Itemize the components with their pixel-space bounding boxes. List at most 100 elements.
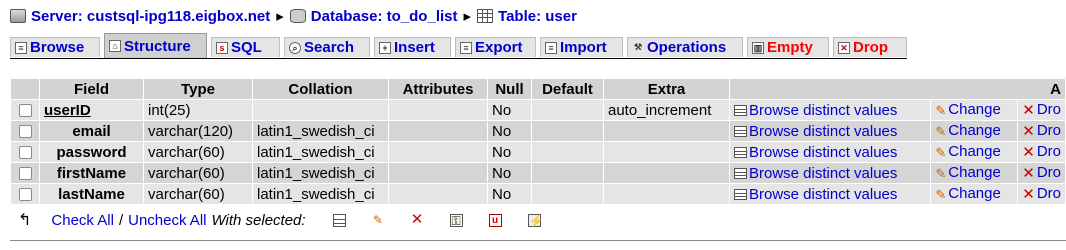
- tab-browse[interactable]: ≡ Browse: [10, 37, 100, 57]
- change-link[interactable]: ✎ Change: [931, 142, 1018, 162]
- server-icon: [10, 9, 26, 23]
- browse-distinct-link[interactable]: Browse distinct values: [730, 121, 931, 141]
- field-type: varchar(60): [144, 184, 252, 204]
- bulk-unique-icon[interactable]: u: [488, 213, 502, 227]
- pencil-icon: ✎: [935, 144, 947, 160]
- browse-distinct-link[interactable]: Browse distinct values: [730, 163, 931, 183]
- field-attributes: [389, 163, 487, 183]
- change-label: Change: [948, 122, 1001, 140]
- drop-link[interactable]: ✕ Dro: [1018, 121, 1065, 141]
- header-attributes: Attributes: [389, 79, 487, 99]
- import-icon: ≡: [545, 41, 557, 54]
- tab-drop[interactable]: ✕ Drop: [833, 37, 907, 57]
- tab-label: Export: [475, 39, 523, 56]
- field-collation: latin1_swedish_ci: [253, 121, 388, 141]
- drop-label: Dro: [1036, 100, 1061, 118]
- change-link[interactable]: ✎ Change: [931, 100, 1018, 120]
- row-checkbox-cell: [11, 121, 39, 141]
- tab-operations[interactable]: ⚒ Operations: [627, 37, 743, 57]
- field-type: int(25): [144, 100, 252, 120]
- browse-distinct-link[interactable]: Browse distinct values: [730, 184, 931, 204]
- table-icon: [477, 9, 494, 23]
- bulk-browse-icon[interactable]: [332, 213, 346, 227]
- header-collation: Collation: [253, 79, 388, 99]
- header-null: Null: [488, 79, 531, 99]
- header-action: A: [730, 79, 1065, 99]
- tab-label: Insert: [394, 39, 435, 56]
- breadcrumb-table-link[interactable]: Table: user: [498, 8, 577, 25]
- browse-icon: [734, 105, 747, 117]
- tab-label: Structure: [124, 37, 191, 55]
- drop-x-icon: ✕: [1022, 186, 1035, 204]
- drop-link[interactable]: ✕ Dro: [1018, 142, 1065, 162]
- field-extra: [604, 163, 729, 183]
- breadcrumb-database-link[interactable]: Database: to_do_list: [311, 8, 458, 25]
- drop-x-icon: ✕: [1022, 165, 1035, 183]
- browse-distinct-link[interactable]: Browse distinct values: [730, 142, 931, 162]
- tab-label: Operations: [647, 39, 727, 56]
- change-link[interactable]: ✎ Change: [931, 184, 1018, 204]
- bulk-primary-key-icon[interactable]: ⚿: [449, 213, 463, 227]
- header-field: Field: [40, 79, 143, 99]
- browse-icon: ≡: [15, 41, 27, 54]
- field-default: [532, 142, 603, 162]
- change-label: Change: [948, 143, 1001, 161]
- browse-icon: [734, 147, 747, 159]
- pencil-icon: ✎: [935, 165, 947, 181]
- row-checkbox[interactable]: [18, 188, 32, 202]
- table-row: password varchar(60) latin1_swedish_ci N…: [11, 142, 1065, 162]
- tab-sql[interactable]: s SQL: [211, 37, 280, 57]
- field-attributes: [389, 184, 487, 204]
- drop-x-icon: ✕: [1022, 144, 1035, 162]
- field-collation: latin1_swedish_ci: [253, 142, 388, 162]
- drop-link[interactable]: ✕ Dro: [1018, 184, 1065, 204]
- check-all-link[interactable]: Check All: [51, 212, 114, 229]
- drop-link[interactable]: ✕ Dro: [1018, 163, 1065, 183]
- table-row: userID int(25) No auto_increment Browse …: [11, 100, 1065, 120]
- drop-link[interactable]: ✕ Dro: [1018, 100, 1065, 120]
- tab-insert[interactable]: + Insert: [374, 37, 451, 57]
- tab-label: Drop: [853, 39, 888, 56]
- browse-distinct-link[interactable]: Browse distinct values: [730, 100, 931, 120]
- tab-structure[interactable]: ⌂ Structure: [104, 33, 207, 58]
- row-checkbox[interactable]: [18, 167, 32, 181]
- tab-import[interactable]: ≡ Import: [540, 37, 623, 57]
- change-link[interactable]: ✎ Change: [931, 121, 1018, 141]
- field-null: No: [488, 163, 531, 183]
- breadcrumb-separator: ▸: [463, 8, 472, 25]
- uncheck-all-link[interactable]: Uncheck All: [128, 212, 206, 229]
- field-extra: [604, 142, 729, 162]
- field-collation: [253, 100, 388, 120]
- field-extra: auto_increment: [604, 100, 729, 120]
- table-header-row: Field Type Collation Attributes Null Def…: [11, 79, 1065, 99]
- drop-label: Dro: [1036, 163, 1061, 181]
- structure-table: Field Type Collation Attributes Null Def…: [10, 78, 1066, 205]
- drop-x-icon: ✕: [1022, 102, 1035, 120]
- tab-export[interactable]: ≡ Export: [455, 37, 536, 57]
- field-type: varchar(60): [144, 142, 252, 162]
- search-icon: ⌕: [289, 41, 301, 54]
- field-null: No: [488, 142, 531, 162]
- browse-distinct-label: Browse distinct values: [749, 185, 898, 203]
- row-checkbox[interactable]: [18, 125, 32, 139]
- row-checkbox[interactable]: [18, 104, 32, 118]
- tab-search[interactable]: ⌕ Search: [284, 37, 370, 57]
- drop-icon: ✕: [838, 41, 850, 54]
- bulk-drop-icon[interactable]: ✕: [411, 212, 424, 227]
- change-label: Change: [948, 164, 1001, 182]
- tab-label: Empty: [767, 39, 813, 56]
- change-label: Change: [948, 185, 1001, 203]
- empty-icon: ▥: [752, 41, 764, 54]
- breadcrumb-server-link[interactable]: Server: custsql-ipg118.eigbox.net: [31, 8, 270, 25]
- pencil-icon: ✎: [935, 123, 947, 139]
- bulk-index-icon[interactable]: ⚡: [527, 213, 544, 227]
- tab-label: Import: [560, 39, 607, 56]
- field-type: varchar(60): [144, 163, 252, 183]
- bulk-edit-icon[interactable]: ✎: [372, 214, 385, 227]
- field-name: firstName: [40, 163, 143, 183]
- sql-icon: s: [216, 41, 228, 54]
- field-attributes: [389, 100, 487, 120]
- row-checkbox[interactable]: [18, 146, 32, 160]
- tab-empty[interactable]: ▥ Empty: [747, 37, 829, 57]
- change-link[interactable]: ✎ Change: [931, 163, 1018, 183]
